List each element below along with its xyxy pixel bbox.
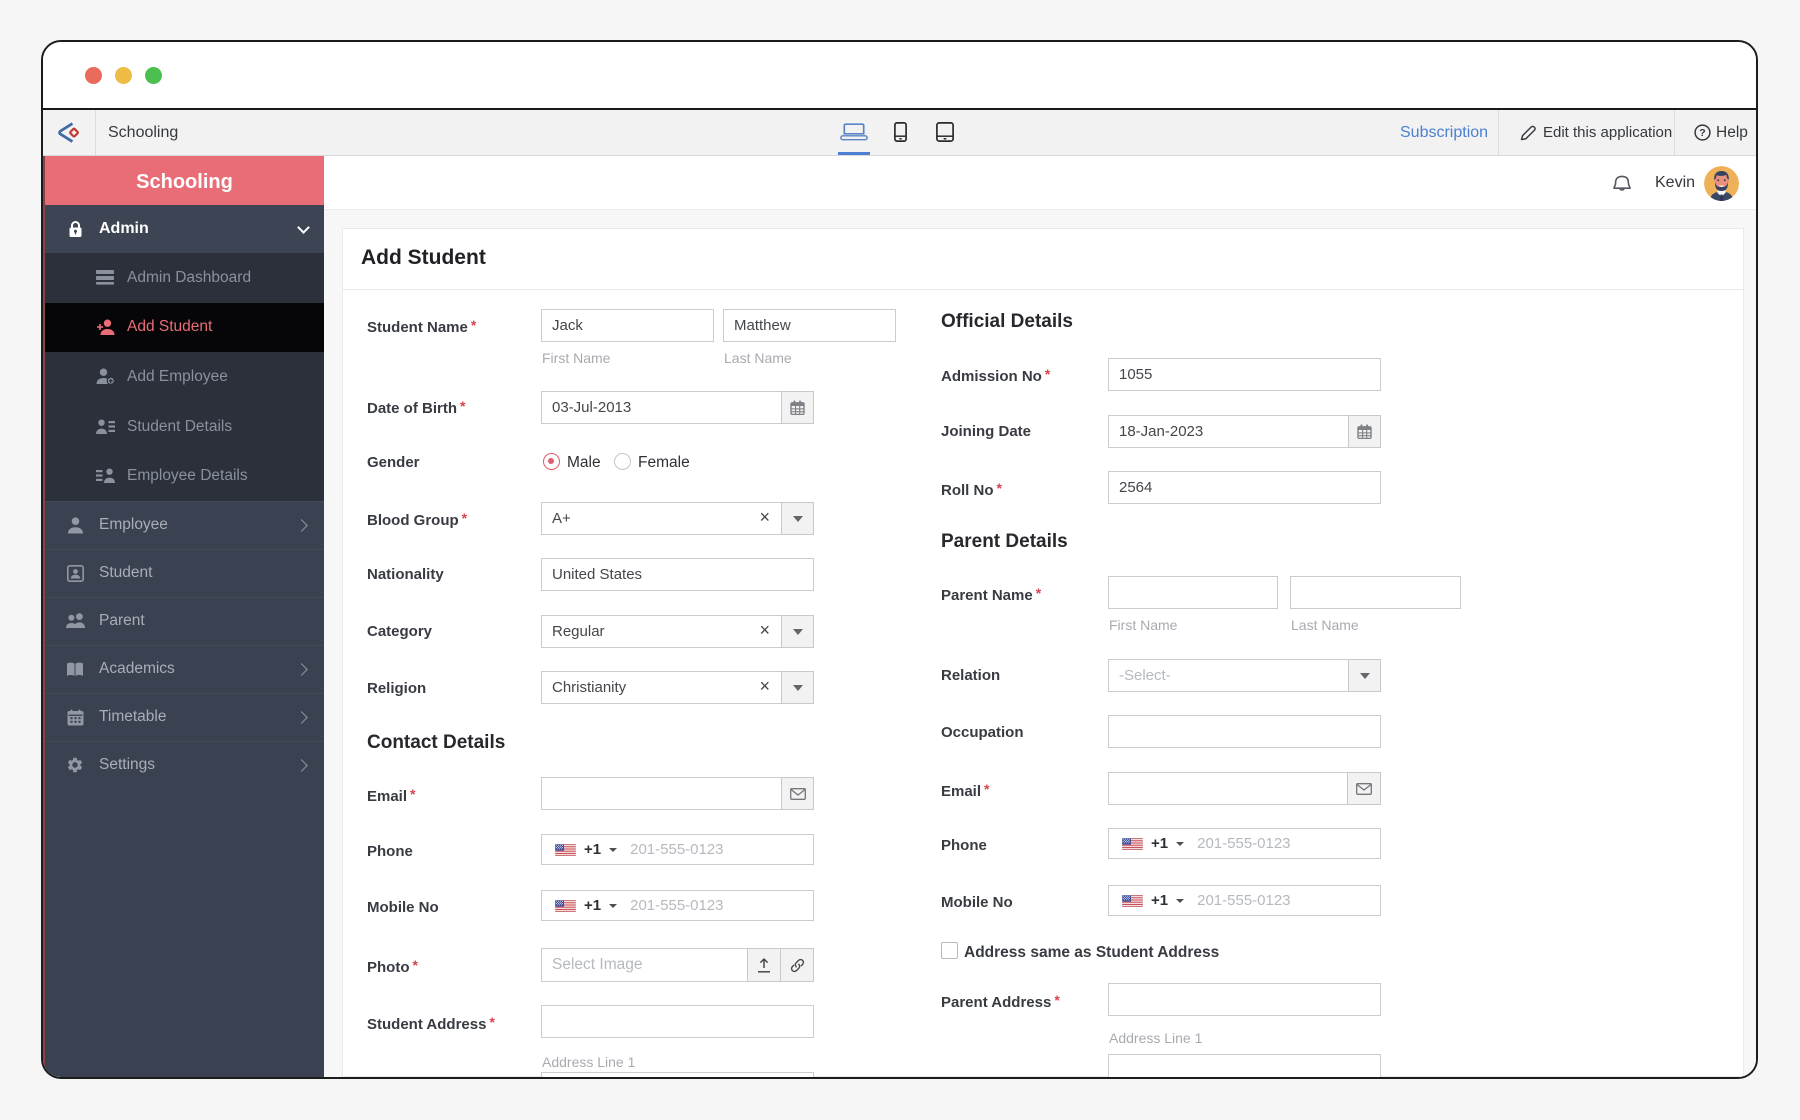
svg-text:?: ? [1699,127,1705,139]
